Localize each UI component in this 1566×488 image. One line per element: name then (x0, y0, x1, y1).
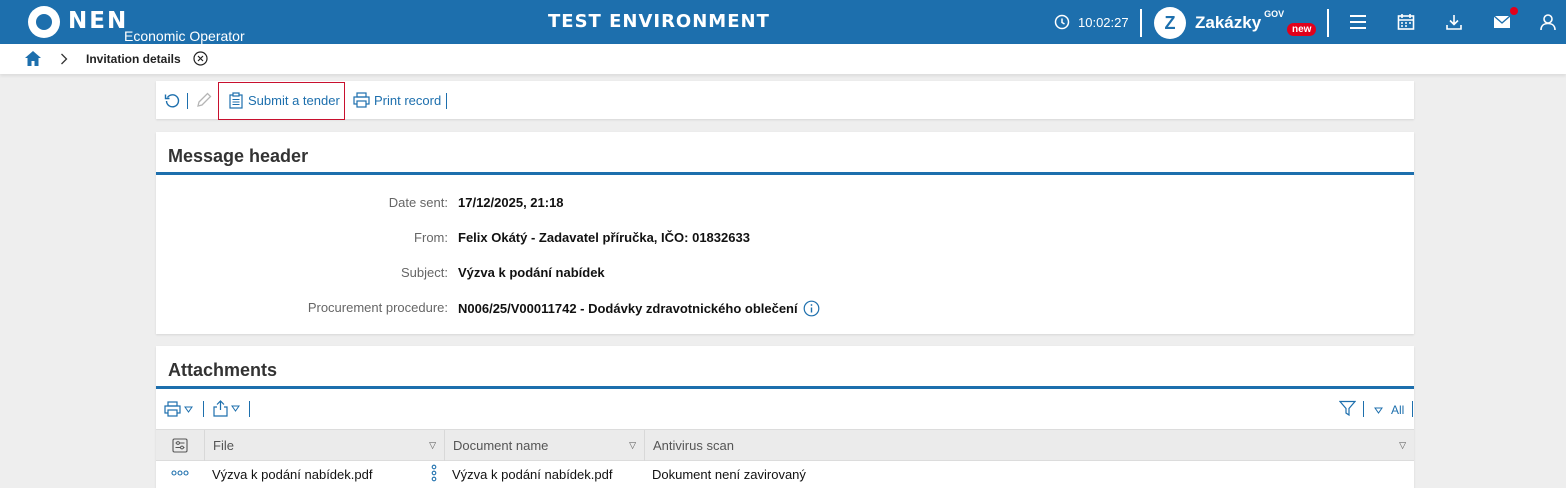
table-header: File ▽ Document name ▽ Antivirus scan ▽ (156, 429, 1414, 461)
divider (187, 93, 188, 109)
close-tab-icon[interactable] (193, 51, 208, 71)
divider (249, 401, 250, 417)
logo-subtitle: Economic Operator (124, 28, 245, 44)
attachments-title: Attachments (168, 360, 278, 380)
column-label: Antivirus scan (653, 438, 734, 453)
breadcrumb: Invitation details (0, 44, 1566, 74)
refresh-icon[interactable] (164, 92, 181, 109)
procurement-procedure-value: N006/25/V00011742 - Dodávky zdravotnické… (458, 300, 820, 317)
filter-icon[interactable] (1339, 400, 1356, 417)
breadcrumb-current[interactable]: Invitation details (86, 52, 181, 66)
download-icon[interactable] (1444, 12, 1464, 32)
column-header-antivirus-scan[interactable]: Antivirus scan ▽ (644, 430, 1414, 461)
section-rule (156, 172, 1414, 175)
subject-field: Subject: Výzva k podání nabídek (156, 265, 1414, 285)
zakazky-logo-icon: Z (1154, 7, 1186, 39)
file-cell[interactable]: Výzva k podání nabídek.pdf (212, 467, 372, 482)
zakazky-link[interactable]: Z Zakázky GOV new (1154, 7, 1317, 39)
field-value: N006/25/V00011742 - Dodávky zdravotnické… (458, 301, 798, 316)
column-header-file[interactable]: File ▽ (204, 430, 444, 461)
antivirus-cell: Dokument není zavirovaný (652, 467, 806, 482)
info-icon[interactable] (803, 300, 820, 317)
column-header-document-name[interactable]: Document name ▽ (444, 430, 644, 461)
print-record-label: Print record (374, 92, 442, 108)
field-value: Výzva k podání nabídek (458, 265, 605, 280)
printer-icon (164, 401, 181, 417)
action-toolbar: Submit a tender Print record (156, 81, 1414, 120)
document-name-cell: Výzva k podání nabídek.pdf (452, 467, 613, 482)
field-value: 17/12/2025, 21:18 (458, 195, 564, 210)
clipboard-icon (229, 92, 243, 109)
column-label: Document name (453, 438, 549, 453)
caret-down-icon (1374, 407, 1383, 414)
sort-icon[interactable]: ▽ (1399, 440, 1406, 451)
field-label: Subject: (401, 265, 448, 280)
field-label: From: (414, 230, 448, 245)
column-settings-icon[interactable] (156, 430, 204, 461)
notification-dot (1510, 7, 1518, 15)
divider (446, 93, 447, 109)
message-header-panel: Message header Date sent: 17/12/2025, 21… (156, 132, 1414, 334)
caret-down-icon (231, 405, 240, 412)
section-rule (156, 386, 1414, 389)
top-bar: NEN Economic Operator TEST ENVIRONMENT 1… (0, 0, 1566, 44)
user-icon[interactable] (1538, 12, 1558, 32)
divider (203, 401, 204, 417)
chevron-right-icon (60, 52, 68, 70)
table-row[interactable]: Výzva k podání nabídek.pdf Výzva k podán… (156, 461, 1414, 488)
file-options-icon[interactable] (431, 464, 437, 485)
caret-down-icon (184, 406, 193, 413)
field-label: Procurement procedure: (307, 300, 448, 315)
submit-tender-label: Submit a tender (248, 93, 340, 108)
message-header-title: Message header (168, 146, 309, 166)
procurement-procedure-field: Procurement procedure: N006/25/V00011742… (156, 300, 1414, 320)
home-icon[interactable] (24, 50, 42, 72)
mail-icon[interactable] (1492, 7, 1518, 32)
divider (1412, 401, 1413, 417)
printer-icon (353, 92, 370, 108)
divider (1327, 9, 1329, 37)
zakazky-gov: GOV (1264, 9, 1285, 19)
new-badge: new (1287, 23, 1317, 36)
share-icon (213, 400, 228, 417)
row-menu-icon[interactable] (171, 465, 189, 480)
calendar-icon[interactable] (1396, 12, 1416, 32)
clock-icon (1054, 14, 1070, 30)
divider (1363, 401, 1364, 417)
field-value: Felix Okátý - Zadavatel příručka, IČO: 0… (458, 230, 750, 245)
field-label: Date sent: (388, 195, 448, 210)
submit-tender-button[interactable]: Submit a tender (229, 92, 340, 109)
export-dropdown-button[interactable] (213, 400, 240, 417)
column-label: File (213, 438, 234, 453)
nen-logo-icon (28, 6, 60, 38)
divider (1140, 9, 1142, 37)
date-sent-field: Date sent: 17/12/2025, 21:18 (156, 195, 1414, 215)
attachments-panel: Attachments All File ▽ Document name ▽ A… (156, 346, 1414, 488)
clock-time: 10:02:27 (1078, 14, 1129, 30)
zakazky-brand: Zakázky (1195, 13, 1262, 32)
session-clock: 10:02:27 (1054, 14, 1129, 30)
print-dropdown-button[interactable] (164, 401, 193, 417)
sort-icon[interactable]: ▽ (629, 440, 636, 451)
filter-all-dropdown[interactable]: All (1374, 403, 1404, 417)
menu-icon[interactable] (1348, 12, 1368, 32)
nen-logo[interactable]: NEN (28, 6, 128, 38)
sort-icon[interactable]: ▽ (429, 440, 436, 451)
print-record-button[interactable]: Print record (353, 92, 441, 108)
edit-icon (196, 92, 212, 108)
logo-text: NEN (68, 8, 129, 34)
from-field: From: Felix Okátý - Zadavatel příručka, … (156, 230, 1414, 250)
environment-title: TEST ENVIRONMENT (548, 11, 770, 32)
filter-all-label: All (1391, 403, 1405, 417)
